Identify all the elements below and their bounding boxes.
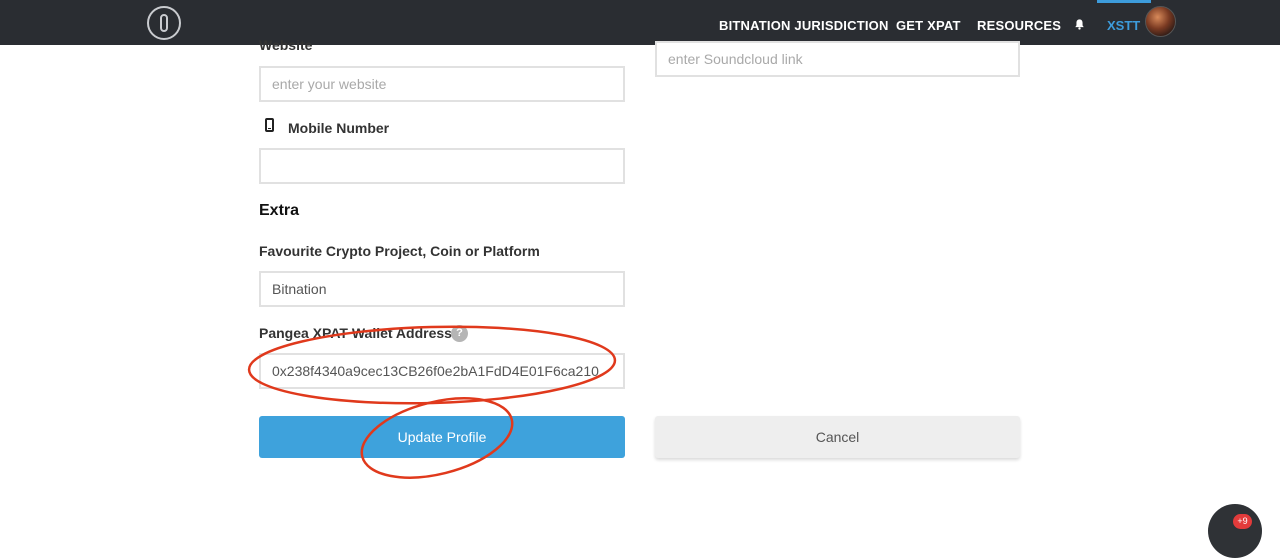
website-input[interactable]: enter your website <box>259 66 625 102</box>
crypto-project-input[interactable]: Bitnation <box>259 271 625 307</box>
phone-icon <box>265 118 274 132</box>
top-nav-bar <box>0 0 1280 45</box>
annotation-overlay <box>247 325 617 479</box>
nav-resources[interactable]: RESOURCES <box>977 18 1061 33</box>
bitnation-logo-icon[interactable] <box>147 6 181 40</box>
chat-badge: +9 <box>1233 514 1252 529</box>
crypto-project-label: Favourite Crypto Project, Coin or Platfo… <box>259 243 540 259</box>
wallet-address-label: Pangea XPAT Wallet Address <box>259 325 452 341</box>
website-label: Website <box>259 37 313 53</box>
chat-button[interactable] <box>1208 504 1262 558</box>
user-name-label[interactable]: XSTT <box>1107 18 1140 33</box>
wallet-address-input[interactable]: 0x238f4340a9cec13CB26f0e2bA1FdD4E01F6ca2… <box>259 353 625 389</box>
nav-get-xpat[interactable]: GET XPAT <box>896 18 961 33</box>
extra-section-title: Extra <box>259 202 300 219</box>
nav-bitnation-jurisdiction[interactable]: BITNATION JURISDICTION <box>719 18 889 33</box>
mobile-number-input[interactable] <box>259 148 625 184</box>
update-profile-button[interactable]: Update Profile <box>259 416 625 458</box>
bell-icon[interactable] <box>1074 19 1085 30</box>
avatar[interactable] <box>1145 6 1176 37</box>
mobile-number-label: Mobile Number <box>288 120 390 136</box>
help-icon[interactable]: ? <box>451 325 468 342</box>
soundcloud-input[interactable]: enter Soundcloud link <box>655 41 1020 77</box>
cancel-button[interactable]: Cancel <box>655 416 1020 458</box>
